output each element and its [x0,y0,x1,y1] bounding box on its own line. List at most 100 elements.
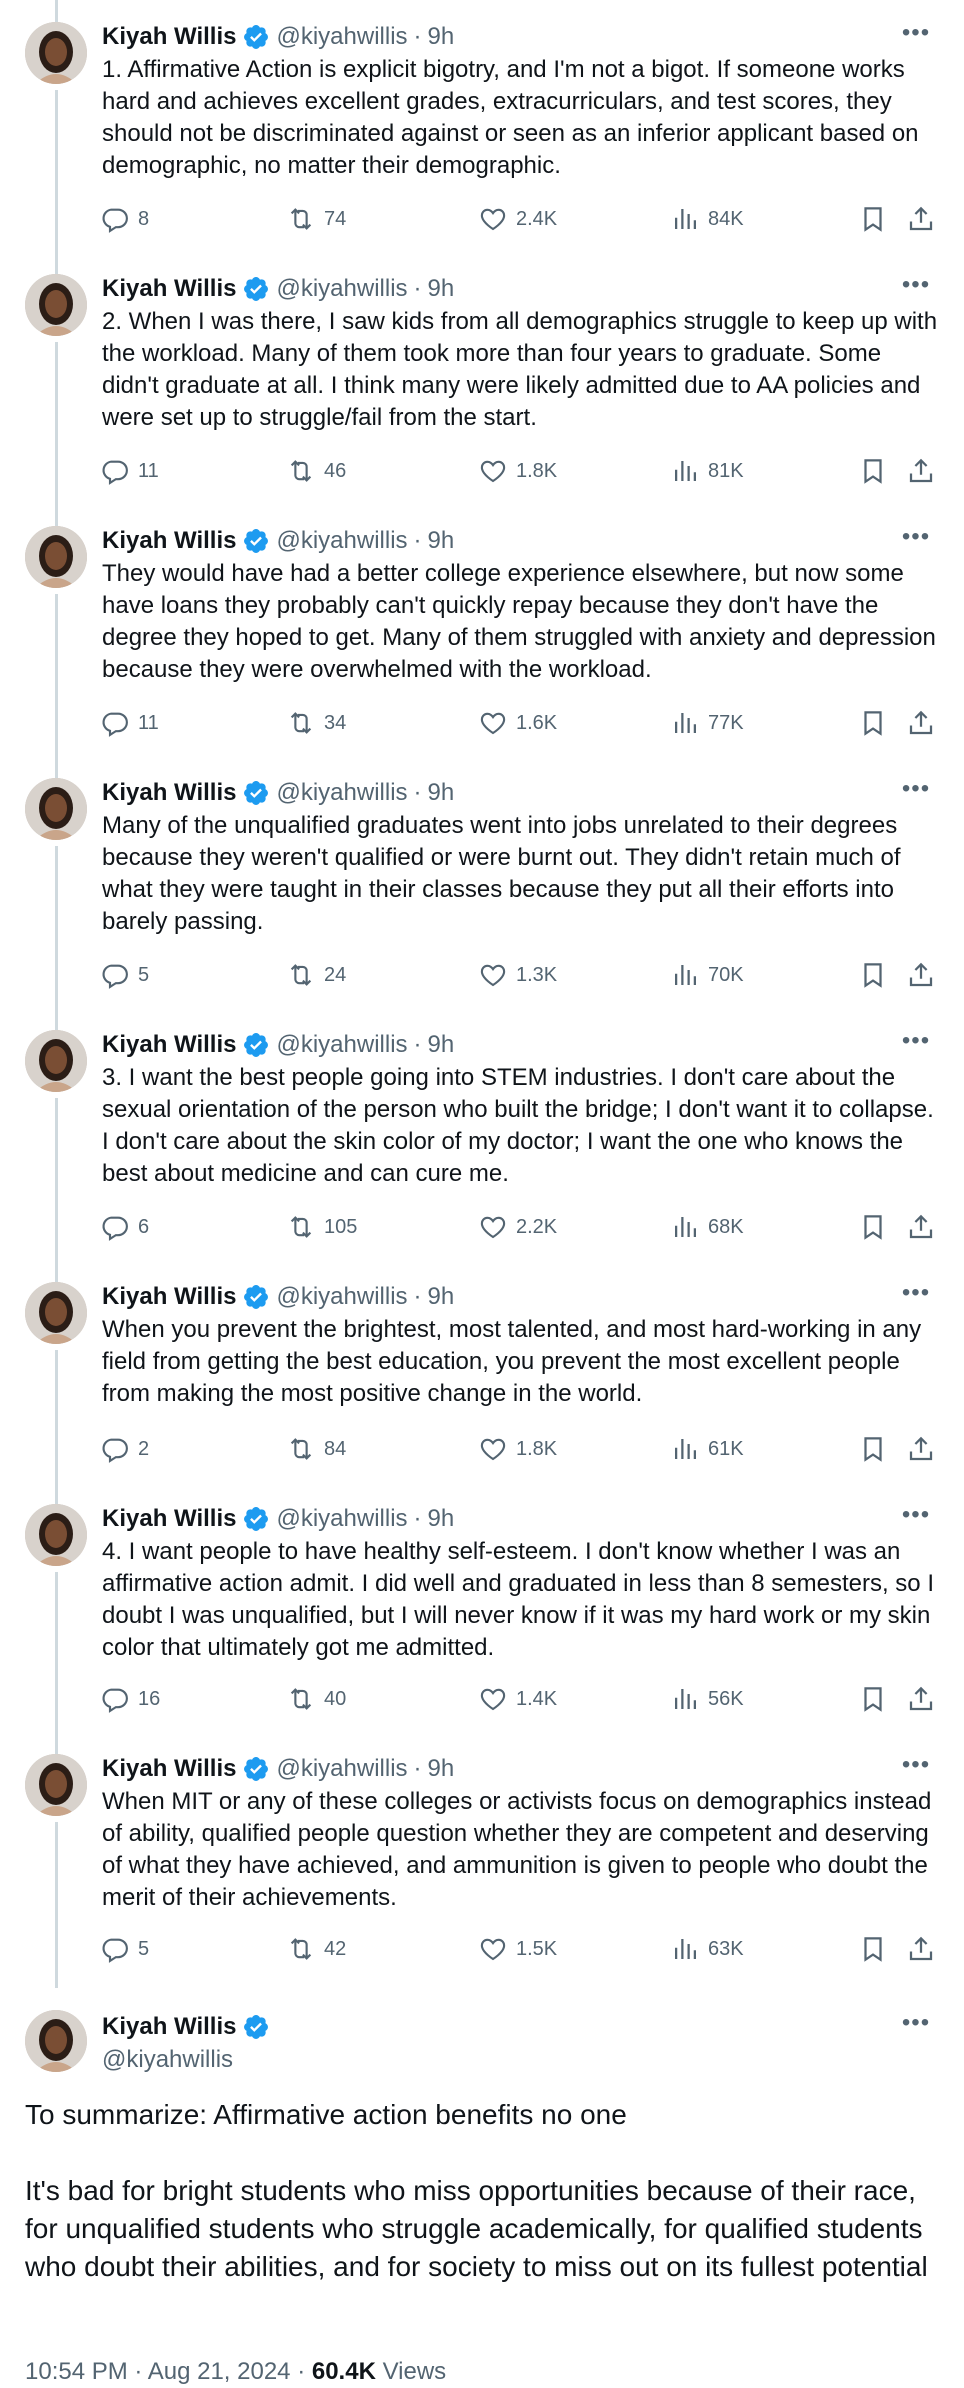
like-button[interactable]: 1.8K [478,453,557,489]
author-name[interactable]: Kiyah Willis [102,1283,236,1311]
tweet-time[interactable]: 9h [428,1031,455,1059]
share-button[interactable] [906,705,944,741]
share-button[interactable] [906,1431,944,1467]
more-options-icon[interactable]: ••• [898,1753,934,1782]
repost-button[interactable]: 74 [286,201,346,237]
author-handle[interactable]: @kiyahwillis [276,1283,407,1311]
share-button[interactable] [906,1681,944,1717]
avatar[interactable] [25,1030,87,1092]
more-options-icon[interactable]: ••• [898,21,934,50]
like-button[interactable]: 1.5K [478,1931,557,1967]
repost-button[interactable]: 42 [286,1931,346,1967]
reply-button[interactable]: 11 [100,453,159,489]
tweet-time[interactable]: 9h [428,1505,455,1533]
like-button[interactable]: 1.6K [478,705,557,741]
tweet-time[interactable]: 9h [428,527,455,555]
repost-button[interactable]: 46 [286,453,346,489]
tweet[interactable]: Kiyah Willis @kiyahwillis · 9h ••• 2. When I … [0,252,964,504]
tweet-time[interactable]: 9h [428,275,455,303]
views-button[interactable]: 77K [670,705,744,741]
timestamp[interactable]: 10:54 PM · Aug 21, 2024 · [25,2358,312,2385]
views-button[interactable]: 56K [670,1681,744,1717]
reply-button[interactable]: 11 [100,705,159,741]
author-handle[interactable]: @kiyahwillis [276,1505,407,1533]
author-name[interactable]: Kiyah Willis [102,1755,236,1783]
tweet[interactable]: Kiyah Willis @kiyahwillis · 9h ••• 4. I want … [0,1482,964,1732]
reply-button[interactable]: 8 [100,201,149,237]
views-button[interactable]: 84K [670,201,744,237]
tweet-time[interactable]: 9h [428,1755,455,1783]
tweet[interactable]: Kiyah Willis @kiyahwillis · 9h ••• 3. I want … [0,1008,964,1260]
reply-button[interactable]: 6 [100,1209,149,1245]
tweet[interactable]: Kiyah Willis @kiyahwillis · 9h ••• Many of th… [0,756,964,1008]
avatar[interactable] [25,778,87,840]
author-handle[interactable]: @kiyahwillis [276,779,407,807]
more-options-icon[interactable]: ••• [898,525,934,554]
like-button[interactable]: 1.8K [478,1431,557,1467]
author-handle[interactable]: @kiyahwillis [276,1755,407,1783]
share-button[interactable] [906,201,944,237]
tweet[interactable]: Kiyah Willis @kiyahwillis · 9h ••• When you p… [0,1260,964,1482]
author-handle[interactable]: @kiyahwillis [276,275,407,303]
tweet-time[interactable]: 9h [428,1283,455,1311]
avatar[interactable] [25,1504,87,1566]
reply-button[interactable]: 5 [100,1931,149,1967]
tweet-time[interactable]: 9h [428,779,455,807]
views-button[interactable]: 81K [670,453,744,489]
share-button[interactable] [906,1931,944,1967]
bookmark-button[interactable] [858,201,896,237]
share-button[interactable] [906,453,944,489]
author-handle[interactable]: @kiyahwillis [102,2044,938,2076]
author-name[interactable]: Kiyah Willis [102,1031,236,1059]
avatar[interactable] [25,526,87,588]
more-options-icon[interactable]: ••• [898,1503,934,1532]
bookmark-button[interactable] [858,1209,896,1245]
repost-button[interactable]: 84 [286,1431,346,1467]
views-button[interactable]: 68K [670,1209,744,1245]
author-name[interactable]: Kiyah Willis [102,2013,236,2041]
more-options-icon[interactable]: ••• [898,777,934,806]
repost-button[interactable]: 105 [286,1209,357,1245]
like-button[interactable]: 2.2K [478,1209,557,1245]
tweet-time[interactable]: 9h [428,23,455,51]
repost-button[interactable]: 34 [286,705,346,741]
author-handle[interactable]: @kiyahwillis [276,1031,407,1059]
share-button[interactable] [906,1209,944,1245]
bookmark-button[interactable] [858,1681,896,1717]
more-options-icon[interactable]: ••• [898,1281,934,1310]
views-button[interactable]: 70K [670,957,744,993]
reply-button[interactable]: 2 [100,1431,149,1467]
like-button[interactable]: 1.3K [478,957,557,993]
share-button[interactable] [906,957,944,993]
avatar[interactable] [25,2010,87,2072]
reply-button[interactable]: 5 [100,957,149,993]
like-button[interactable]: 1.4K [478,1681,557,1717]
author-name[interactable]: Kiyah Willis [102,779,236,807]
more-options-icon[interactable]: ••• [898,273,934,302]
tweet[interactable]: Kiyah Willis @kiyahwillis · 9h ••• They would… [0,504,964,756]
tweet[interactable]: Kiyah Willis @kiyahwillis · 9h ••• When MIT o… [0,1732,964,1988]
views-button[interactable]: 61K [670,1431,744,1467]
views-button[interactable]: 63K [670,1931,744,1967]
avatar[interactable] [25,274,87,336]
avatar[interactable] [25,22,87,84]
reply-button[interactable]: 16 [100,1681,160,1717]
author-name[interactable]: Kiyah Willis [102,527,236,555]
tweet[interactable]: Kiyah Willis @kiyahwillis · 9h ••• 1. Affirma… [0,0,964,252]
bookmark-button[interactable] [858,1431,896,1467]
author-handle[interactable]: @kiyahwillis [276,23,407,51]
avatar[interactable] [25,1754,87,1816]
author-name[interactable]: Kiyah Willis [102,1505,236,1533]
bookmark-button[interactable] [858,957,896,993]
like-button[interactable]: 2.4K [478,201,557,237]
bookmark-button[interactable] [858,453,896,489]
author-handle[interactable]: @kiyahwillis [276,527,407,555]
repost-button[interactable]: 40 [286,1681,346,1717]
bookmark-button[interactable] [858,1931,896,1967]
author-name[interactable]: Kiyah Willis [102,275,236,303]
bookmark-button[interactable] [858,705,896,741]
repost-button[interactable]: 24 [286,957,346,993]
more-options-icon[interactable]: ••• [898,1029,934,1058]
author-name[interactable]: Kiyah Willis [102,23,236,51]
more-options-icon[interactable]: ••• [898,2011,934,2040]
